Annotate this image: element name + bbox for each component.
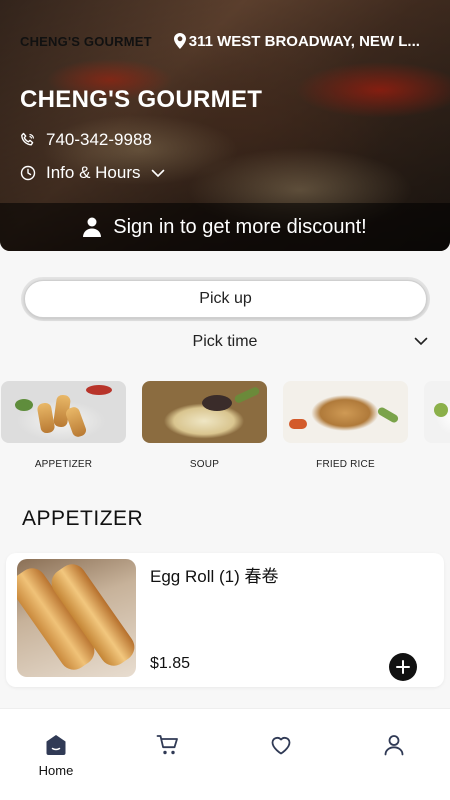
category-fried-rice[interactable]: FRIED RICE (283, 381, 408, 470)
tab-favorites[interactable] (225, 709, 337, 800)
tab-home[interactable]: Home (0, 709, 112, 800)
category-label: SOUP (189, 459, 220, 470)
heart-icon (271, 737, 291, 755)
hero-top-bar: CHENG'S GOURMET 311 WEST BROADWAY, NEW L… (20, 30, 430, 52)
category-label: FRIED RICE (316, 459, 375, 470)
category-image (142, 381, 267, 443)
section-title: APPETIZER (22, 507, 144, 530)
category-image (1, 381, 126, 443)
category-soup[interactable]: SOUP (142, 381, 267, 470)
info-hours-label: Info & Hours (46, 163, 141, 182)
restaurant-title: CHENG'S GOURMET (20, 86, 263, 113)
pick-time-dropdown[interactable]: Pick time (0, 330, 450, 354)
tab-profile[interactable] (338, 709, 450, 800)
clock-icon (20, 165, 36, 181)
menu-item-image (17, 559, 136, 677)
user-icon (83, 217, 102, 237)
phone-row[interactable]: 740-342-9988 (20, 130, 152, 150)
category-image (283, 381, 408, 443)
pickup-button[interactable]: Pick up (24, 280, 427, 318)
add-to-cart-button[interactable] (389, 653, 417, 681)
tab-cart[interactable] (112, 709, 224, 800)
category-image (424, 381, 450, 443)
bottom-tab-bar: Home (0, 708, 450, 800)
order-type-selector: Pick up (21, 277, 430, 321)
pick-time-label: Pick time (192, 333, 258, 350)
category-label: APPETIZER (34, 459, 93, 470)
signin-discount-banner[interactable]: Sign in to get more discount! (0, 203, 450, 251)
category-next[interactable] (424, 381, 450, 443)
menu-item-price: $1.85 (150, 655, 191, 672)
brand-logo-text: CHENG'S GOURMET (20, 33, 152, 49)
chevron-down-icon[interactable] (414, 334, 428, 348)
chevron-down-icon (151, 169, 164, 178)
menu-item-name: Egg Roll (1) 春卷 (150, 567, 279, 586)
profile-icon (384, 735, 404, 756)
cart-icon (156, 735, 178, 755)
phone-icon (21, 132, 35, 146)
address-text: 311 WEST BROADWAY, NEW L... (188, 32, 420, 50)
home-icon (46, 735, 66, 755)
address-link[interactable]: 311 WEST BROADWAY, NEW L... (173, 32, 420, 50)
restaurant-hero: CHENG'S GOURMET 311 WEST BROADWAY, NEW L… (0, 0, 450, 251)
signin-text: Sign in to get more discount! (113, 215, 367, 238)
tab-home-label: Home (38, 763, 74, 778)
menu-item-card[interactable]: Egg Roll (1) 春卷 $1.85 (6, 553, 444, 687)
map-pin-icon (173, 33, 186, 49)
category-appetizer[interactable]: APPETIZER (1, 381, 126, 470)
category-carousel[interactable]: APPETIZER SOUP FRIED RICE (0, 381, 450, 471)
plus-icon (396, 660, 410, 674)
phone-number: 740-342-9988 (46, 130, 152, 149)
info-hours-toggle[interactable]: Info & Hours (20, 163, 165, 183)
